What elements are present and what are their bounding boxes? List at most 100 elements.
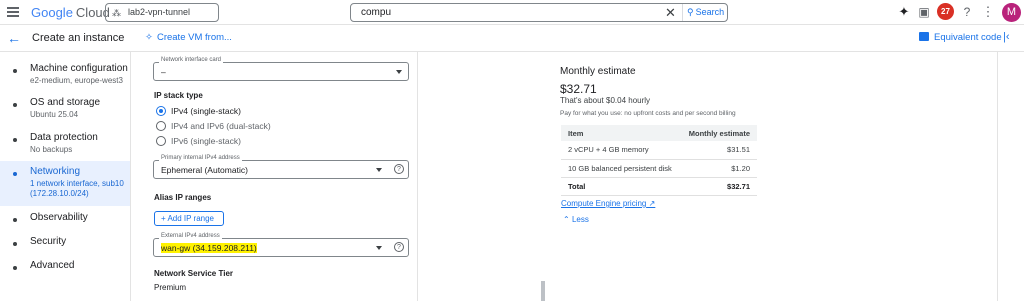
sidebar-item-advanced[interactable]: Advanced [0, 260, 130, 276]
sidebar-item-title: OS and storage [30, 97, 101, 108]
primary-internal-ipv4-select[interactable]: Primary internal IPv4 address Ephemeral … [153, 155, 409, 179]
equivalent-code-label: Equivalent code [934, 32, 1002, 43]
search-box[interactable]: compu ✕ ⚲ Search [350, 3, 728, 22]
search-input[interactable]: compu [361, 7, 391, 18]
table-row: 10 GB balanced persistent disk $1.20 [561, 159, 757, 178]
table-cell: $32.71 [680, 177, 757, 196]
sidebar-item-networking[interactable]: Networking 1 network interface, sub10 (1… [0, 161, 130, 206]
search-icon: ⚲ [687, 7, 694, 17]
radio-button[interactable] [156, 136, 166, 146]
radio-label: IPv6 (single-stack) [171, 136, 241, 146]
avatar[interactable]: M [1002, 3, 1021, 22]
table-cell: $31.51 [680, 141, 757, 160]
estimate-table: Item Monthly estimate 2 vCPU + 4 GB memo… [561, 125, 757, 196]
sidebar-item-subtitle: No backups [30, 145, 73, 154]
field-value: – [161, 67, 166, 77]
add-ip-range-label: Add IP range [167, 214, 215, 223]
bullet [13, 172, 17, 176]
network-interface-card-select[interactable]: Network interface card – [153, 57, 409, 81]
project-selector[interactable]: ⁂ lab2-vpn-tunnel [105, 3, 219, 22]
sparkle-icon: ✧ [145, 32, 153, 43]
less-label: Less [571, 215, 589, 224]
sidebar-item-title: Networking [30, 166, 81, 177]
add-ip-range-button[interactable]: + Add IP range [154, 211, 224, 226]
top-bar: Google Cloud ⁂ lab2-vpn-tunnel compu ✕ ⚲ S… [0, 0, 1024, 25]
divider [417, 52, 418, 301]
google-cloud-logo[interactable]: Google Cloud [31, 5, 110, 20]
sidebar-item-title: Advanced [30, 260, 75, 271]
project-name: lab2-vpn-tunnel [128, 7, 191, 17]
table-cell: 10 GB balanced persistent disk [561, 159, 681, 178]
sidebar-item-data-protection[interactable]: Data protection No backups [0, 132, 130, 162]
external-link-icon: ↗ [646, 199, 656, 208]
sidebar-item-machine-configuration[interactable]: Machine configuration e2-medium, europe-… [0, 63, 130, 93]
field-label: Network interface card [159, 57, 224, 63]
pricing-link-label: Compute Engine pricing [561, 199, 647, 208]
help-icon[interactable]: ? [394, 164, 404, 174]
create-vm-from-button[interactable]: ✧ Create VM from... [145, 32, 232, 43]
sidebar-item-subtitle: e2-medium, europe-west3 [30, 76, 123, 85]
bullet [13, 69, 17, 73]
search-button[interactable]: ⚲ Search [682, 4, 728, 21]
sidebar-item-subtitle: Ubuntu 25.04 [30, 110, 79, 119]
network-service-tier-heading: Network Service Tier [154, 269, 234, 278]
sidebar-item-security[interactable]: Security [0, 236, 130, 252]
radio-button[interactable] [156, 106, 166, 116]
table-row: 2 vCPU + 4 GB memory $31.51 [561, 141, 757, 160]
notifications-badge[interactable]: 27 [937, 3, 954, 20]
table-cell: $1.20 [680, 159, 757, 178]
divider [997, 52, 998, 301]
network-service-tier-value: Premium [154, 283, 187, 292]
create-vm-label: Create VM from... [156, 32, 232, 43]
sidebar-item-title: Machine configuration [30, 63, 128, 74]
cloud-shell-icon[interactable]: ▣ [916, 4, 932, 20]
sidebar-item-title: Observability [30, 212, 88, 223]
field-value: Ephemeral (Automatic) [161, 165, 248, 175]
radio-label: IPv4 and IPv6 (dual-stack) [171, 121, 271, 131]
clear-search-icon[interactable]: ✕ [665, 5, 676, 21]
billing-note: Pay for what you use: no upfront costs a… [560, 110, 736, 117]
back-arrow-icon[interactable]: ← [7, 30, 21, 46]
table-cell: 2 vCPU + 4 GB memory [561, 141, 681, 160]
chevron-down-icon [376, 168, 382, 172]
radio-button[interactable] [156, 121, 166, 131]
column-header: Item [561, 125, 681, 141]
compute-engine-pricing-link[interactable]: Compute Engine pricing ↗ [561, 199, 655, 208]
less-toggle[interactable]: ⌃ Less [563, 215, 589, 224]
sidebar-item-title: Security [30, 236, 67, 247]
field-label: Primary internal IPv4 address [159, 155, 242, 161]
bullet [13, 242, 17, 246]
external-ipv4-select[interactable]: External IPv4 address wan-gw (34.159.208… [153, 233, 409, 257]
sidebar-item-title: Data protection [30, 132, 98, 143]
hourly-estimate: That's about $0.04 hourly [560, 96, 651, 105]
bullet [13, 138, 17, 142]
chevron-down-icon [396, 70, 402, 74]
divider [130, 52, 131, 301]
help-icon[interactable]: ? [959, 4, 975, 20]
table-cell: Total [561, 177, 681, 196]
menu-icon[interactable] [7, 7, 19, 17]
sidebar-item-os-and-storage[interactable]: OS and storage Ubuntu 25.04 [0, 97, 130, 127]
sidebar-item-subtitle: 1 network interface, sub10 (172.28.10.0/… [30, 179, 124, 198]
bullet [13, 266, 17, 270]
collapse-panel-icon[interactable]: |‹ [1003, 31, 1010, 43]
chevron-down-icon [376, 246, 382, 250]
scrollbar[interactable] [541, 281, 545, 301]
page-header: ← Create an instance ✧ Create VM from... … [0, 25, 1024, 52]
radio-label: IPv4 (single-stack) [171, 106, 241, 116]
sidebar-item-observability[interactable]: Observability [0, 212, 130, 228]
ip-stack-type-heading: IP stack type [154, 91, 203, 100]
monthly-estimate-title: Monthly estimate [560, 66, 636, 77]
monthly-estimate-price: $32.71 [560, 82, 597, 96]
code-icon [919, 32, 929, 41]
chevron-up-icon: ⌃ [563, 215, 572, 224]
gemini-icon[interactable]: ✦ [896, 4, 912, 20]
column-header: Monthly estimate [680, 125, 757, 141]
equivalent-code-button[interactable]: Equivalent code [919, 32, 1002, 43]
page-title: Create an instance [32, 32, 125, 44]
table-row-total: Total $32.71 [561, 177, 757, 196]
project-icon: ⁂ [112, 8, 121, 18]
field-value: wan-gw (34.159.208.211) [161, 243, 257, 253]
more-options-icon[interactable]: ⋮ [980, 4, 996, 20]
help-icon[interactable]: ? [394, 242, 404, 252]
